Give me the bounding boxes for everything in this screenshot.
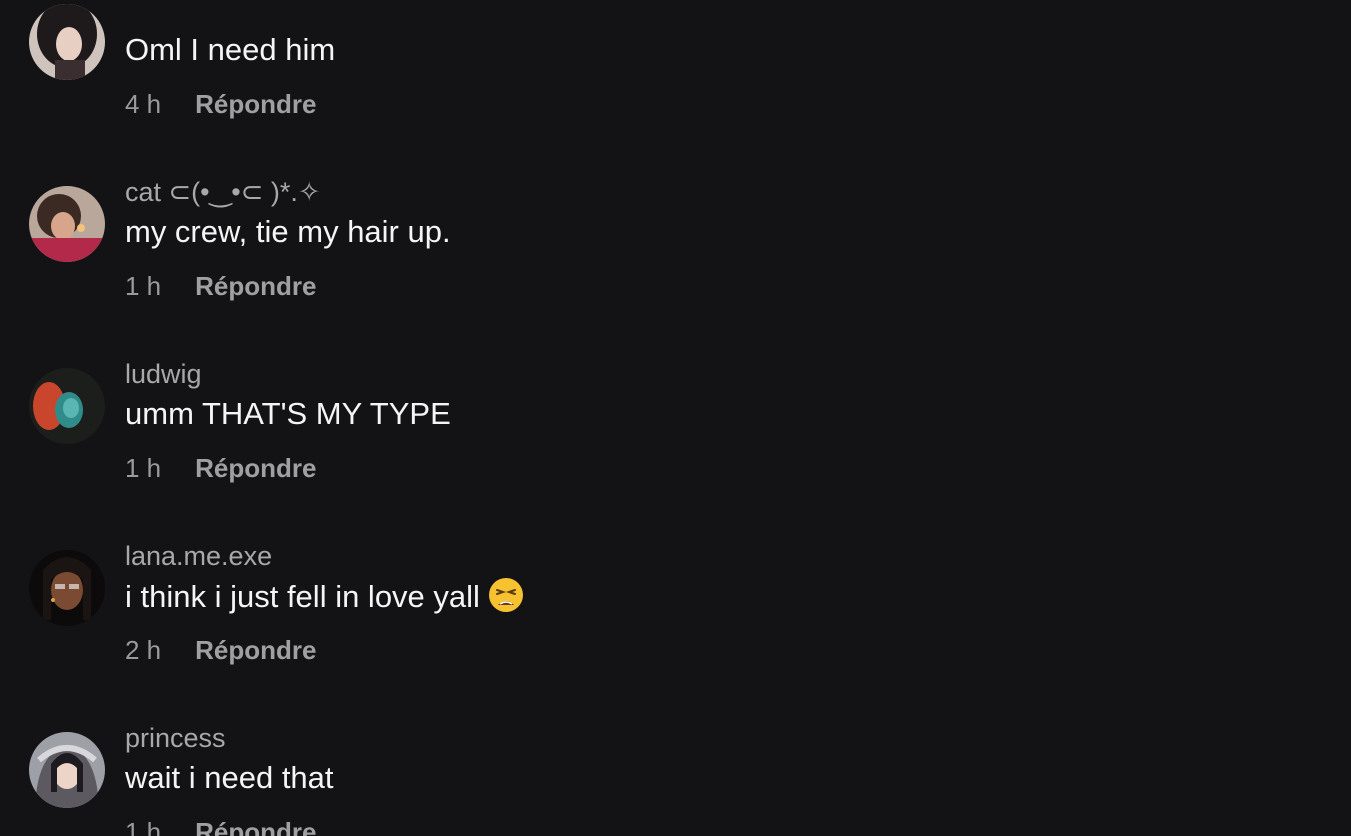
comment-username[interactable]: princess [125, 722, 226, 754]
comment-item: ludwig umm THAT'S MY TYPE 1 h Répondre [0, 182, 1351, 483]
comment-meta: 1 h Répondre [125, 816, 317, 836]
comment-item: cat ⊂(•‿•⊂ )*.✧ my crew, tie my hair up.… [0, 0, 1351, 301]
reply-button[interactable]: Répondre [195, 816, 316, 836]
user-avatar[interactable] [29, 732, 105, 808]
comment-text: wait i need that [125, 760, 334, 795]
comment-item: princess wait i need that 1 h Répondre [0, 546, 1351, 836]
comment-time: 1 h [125, 817, 162, 836]
comment-list: Oml I need him 4 h Répondre cat ⊂(•‿•⊂ )*… [0, 0, 1351, 836]
comment-item: lana.me.exe i think i just fell in love … [0, 364, 1351, 665]
